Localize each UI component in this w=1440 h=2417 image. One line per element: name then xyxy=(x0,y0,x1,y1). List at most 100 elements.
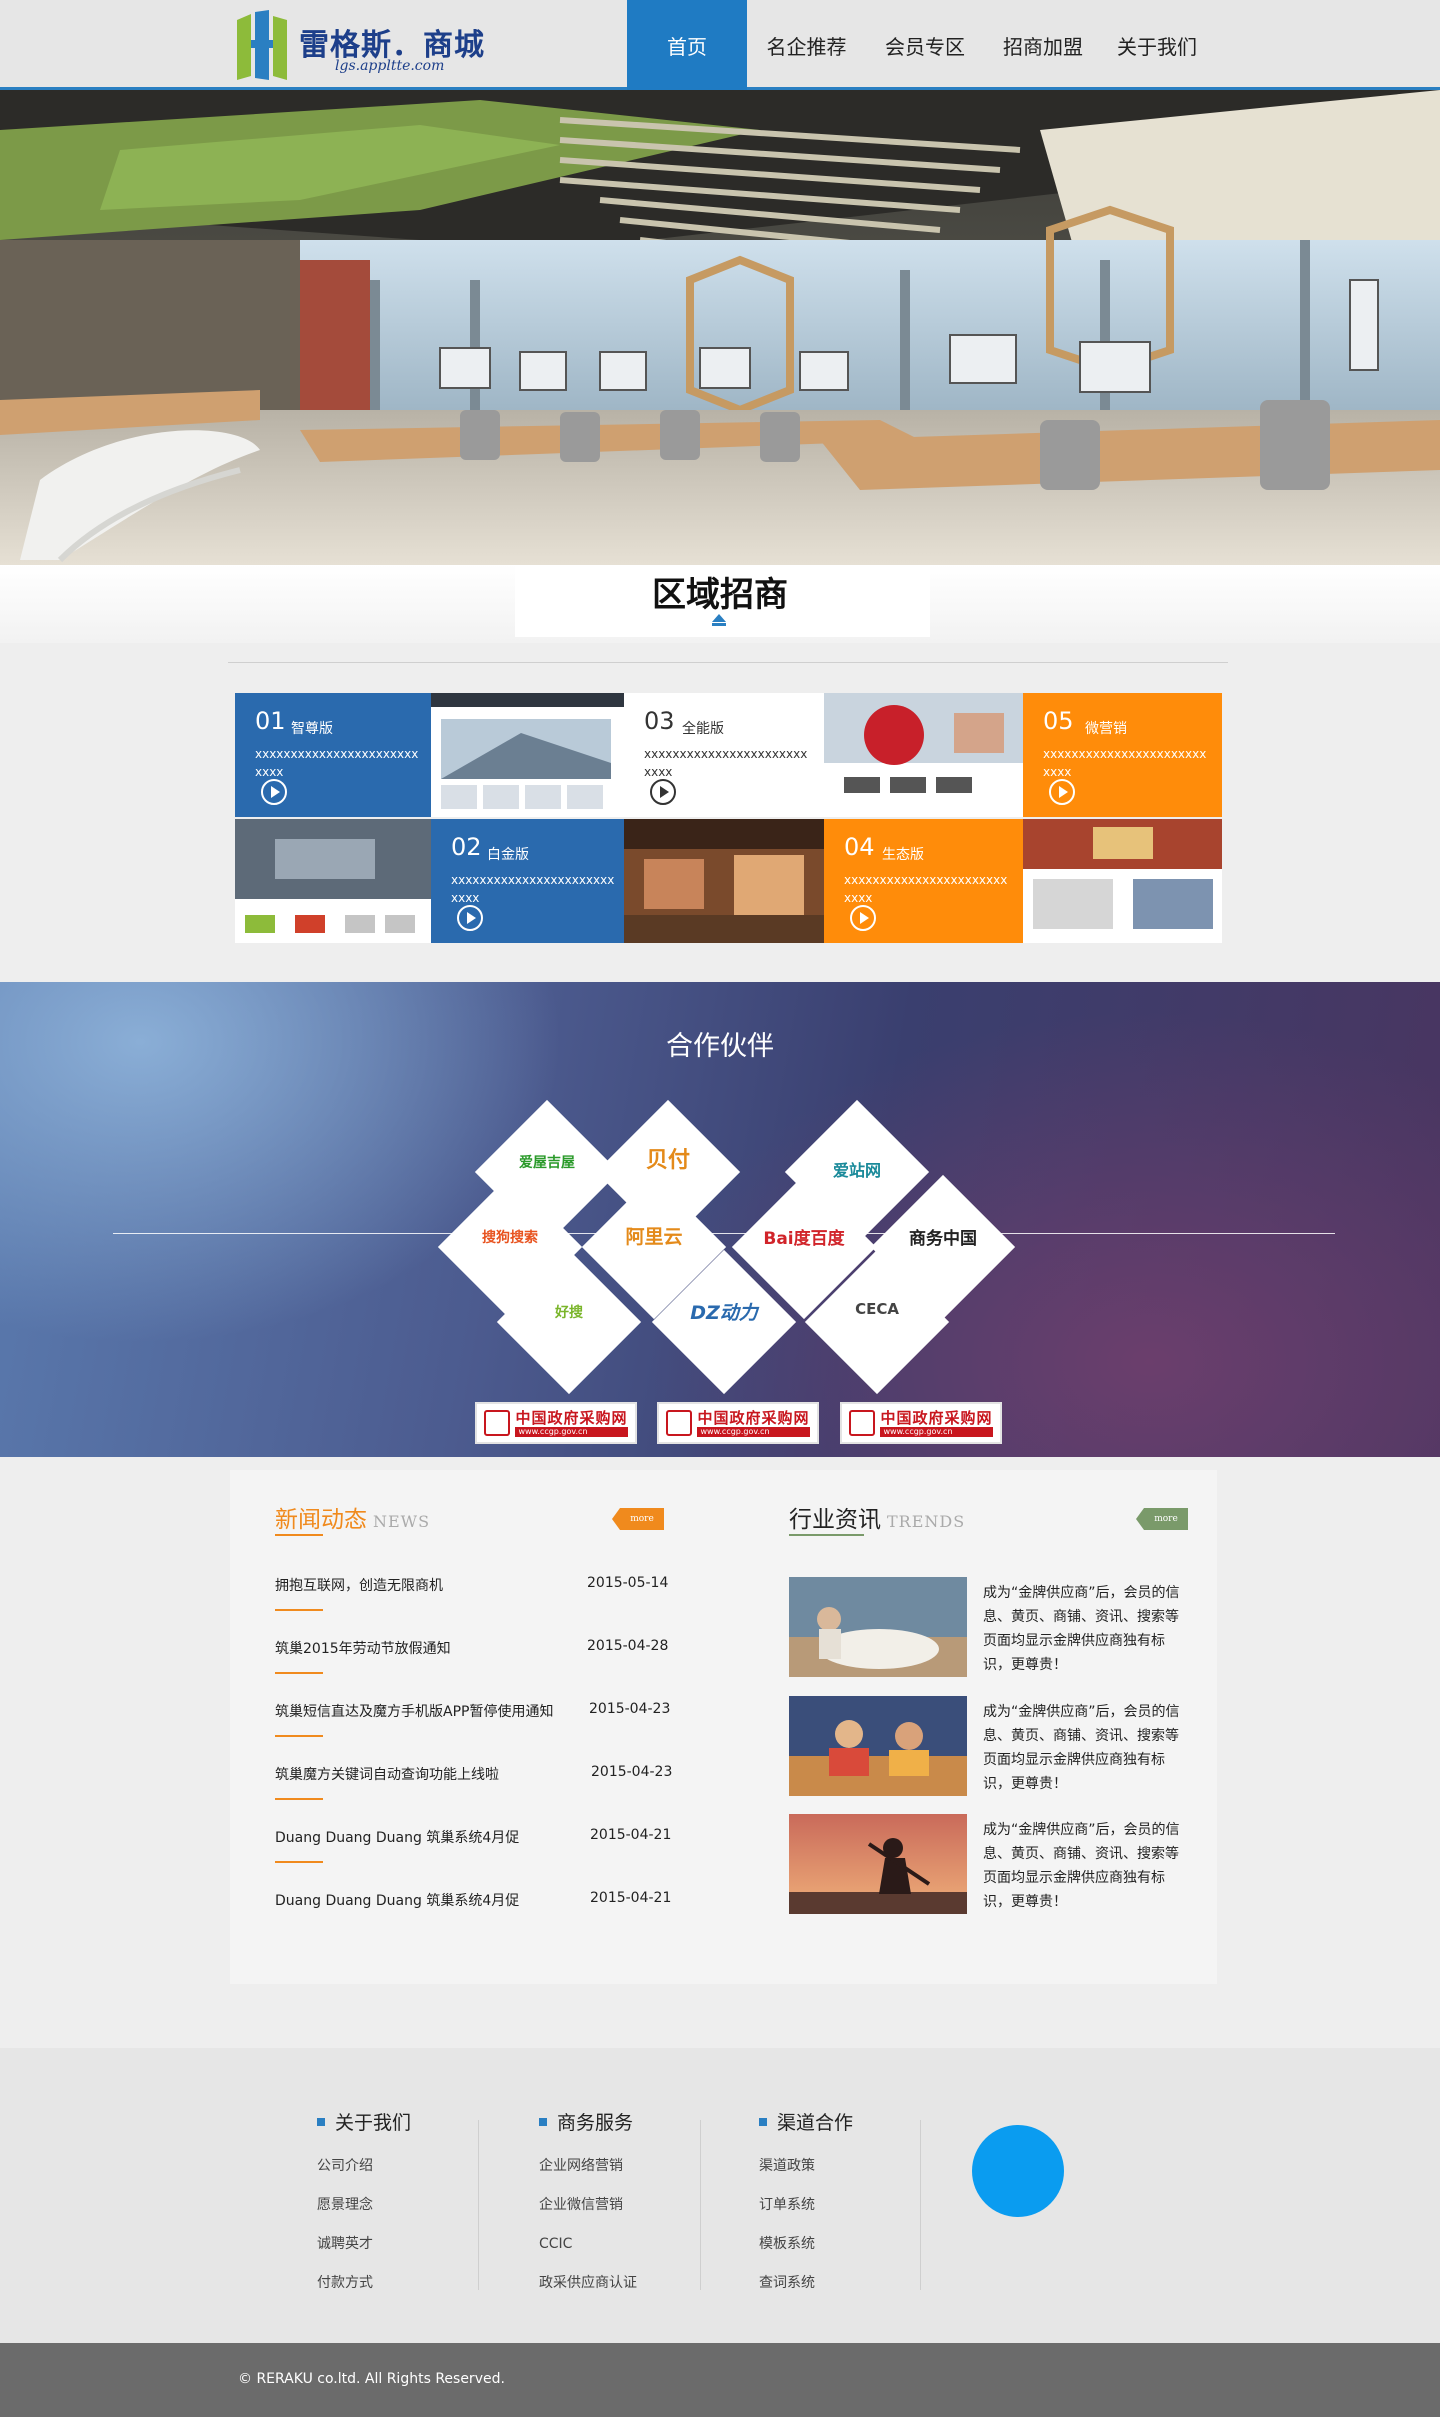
footer-col-channel: 渠道合作 渠道政策 订单系统 模板系统 查词系统 xyxy=(759,2108,959,2303)
edition-tile-01[interactable]: 01 智尊版 xxxxxxxxxxxxxxxxxxxxxxxxxxx xyxy=(235,693,431,817)
tile-edition: 微营销 xyxy=(1085,721,1127,737)
news-item[interactable]: 拥抱互联网，创造无限商机 2015-05-14 xyxy=(275,1575,675,1638)
play-icon[interactable] xyxy=(650,779,676,805)
news-panel: 新闻动态 NEWS more 拥抱互联网，创造无限商机 2015-05-14 筑巢2… xyxy=(230,1470,1217,1984)
partner-logo: 阿里云 xyxy=(625,1226,683,1248)
gov-procurement-link[interactable]: 中国政府采购网 www.ccgp.gov.cn xyxy=(475,1402,637,1444)
footer-link[interactable]: 订单系统 xyxy=(759,2186,959,2225)
gov-label: 中国政府采购网 xyxy=(697,1409,810,1427)
news-item-title[interactable]: Duang Duang Duang 筑巢系统4月促 xyxy=(275,1827,519,1847)
news-item-title[interactable]: Duang Duang Duang 筑巢系统4月促 xyxy=(275,1890,519,1910)
tile-edition: 白金版 xyxy=(487,847,529,863)
footer-heading: 关于我们 xyxy=(317,2108,517,2135)
play-icon[interactable] xyxy=(1049,779,1075,805)
trend-thumbnail[interactable] xyxy=(789,1577,967,1677)
footer-link[interactable]: 愿景理念 xyxy=(317,2186,517,2225)
tile-edition: 智尊版 xyxy=(291,721,333,737)
screenshot-thumb xyxy=(235,819,431,943)
news-item-date: 2015-04-21 xyxy=(590,1827,672,1843)
footer-link[interactable]: 查词系统 xyxy=(759,2264,959,2303)
edition-tile-02[interactable]: 02 白金版 xxxxxxxxxxxxxxxxxxxxxxxxxxx xyxy=(431,819,624,943)
footer-link[interactable]: 模板系统 xyxy=(759,2225,959,2264)
footer-link[interactable]: 企业网络营销 xyxy=(539,2147,739,2186)
copyright-bar: © RERAKU co.ltd. All Rights Reserved. xyxy=(0,2343,1440,2417)
edition-tile-03[interactable]: 03 全能版 xxxxxxxxxxxxxxxxxxxxxxxxxxx xyxy=(624,693,824,817)
tile-desc: xxxxxxxxxxxxxxxxxxxxxxxxxxx xyxy=(644,747,808,779)
footer-col-about: 关于我们 公司介绍 愿景理念 诚聘英才 付款方式 xyxy=(317,2108,517,2303)
nav-members[interactable]: 会员专区 xyxy=(866,0,984,90)
website-thumb-image xyxy=(824,693,1023,793)
news-item-title[interactable]: 筑巢魔方关键词自动查询功能上线啦 xyxy=(275,1764,499,1784)
trends-more-button[interactable]: more xyxy=(1136,1508,1188,1530)
trends-heading: 行业资讯 TRENDS xyxy=(789,1500,965,1534)
news-item-title[interactable]: 筑巢2015年劳动节放假通知 xyxy=(275,1638,451,1658)
gov-procurement-link[interactable]: 中国政府采购网 www.ccgp.gov.cn xyxy=(657,1402,819,1444)
divider xyxy=(228,662,1228,663)
trend-item[interactable]: 成为“金牌供应商”后，会员的信息、黄页、商铺、资讯、搜索等页面均显示金牌供应商独… xyxy=(789,1696,1189,1796)
partner-logo: CECA xyxy=(855,1300,899,1318)
news-item-title[interactable]: 拥抱互联网，创造无限商机 xyxy=(275,1575,443,1595)
news-more-label: more xyxy=(630,1514,654,1524)
play-icon[interactable] xyxy=(850,905,876,931)
title-underline xyxy=(712,623,726,626)
screenshot-thumb xyxy=(824,693,1023,817)
website-thumb-image xyxy=(1023,819,1222,929)
trend-item[interactable]: 成为“金牌供应商”后，会员的信息、黄页、商铺、资讯、搜索等页面均显示金牌供应商独… xyxy=(789,1814,1189,1914)
tile-desc: xxxxxxxxxxxxxxxxxxxxxxxxxxx xyxy=(1043,747,1207,779)
dining-photo xyxy=(789,1696,967,1796)
trend-text: 成为“金牌供应商”后，会员的信息、黄页、商铺、资讯、搜索等页面均显示金牌供应商独… xyxy=(983,1822,1180,1910)
news-item-divider xyxy=(275,1798,323,1800)
edition-tile-05[interactable]: 05 微营销 xxxxxxxxxxxxxxxxxxxxxxxxxxx xyxy=(1023,693,1222,817)
news-item[interactable]: Duang Duang Duang 筑巢系统4月促 2015-04-21 xyxy=(275,1890,675,1953)
trend-thumbnail[interactable] xyxy=(789,1814,967,1914)
play-icon[interactable] xyxy=(261,779,287,805)
footer-link[interactable]: 诚聘英才 xyxy=(317,2225,517,2264)
news-heading-underline xyxy=(275,1534,323,1536)
site-footer: 关于我们 公司介绍 愿景理念 诚聘英才 付款方式 商务服务 企业网络营销 企业微… xyxy=(0,2048,1440,2343)
contact-circle-button[interactable] xyxy=(972,2125,1064,2217)
news-heading: 新闻动态 NEWS xyxy=(275,1500,430,1534)
partners-title: 合作伙伴 xyxy=(666,1031,774,1062)
screenshot-thumb xyxy=(624,819,824,943)
edition-tile-04[interactable]: 04 生态版 xxxxxxxxxxxxxxxxxxxxxxxxxxx xyxy=(824,819,1023,943)
tile-edition: 生态版 xyxy=(882,847,924,863)
footer-link[interactable]: 付款方式 xyxy=(317,2264,517,2303)
trend-text: 成为“金牌供应商”后，会员的信息、黄页、商铺、资讯、搜索等页面均显示金牌供应商独… xyxy=(983,1704,1180,1792)
trends-more-label: more xyxy=(1154,1514,1178,1524)
gov-label: 中国政府采购网 xyxy=(880,1409,993,1427)
nav-home[interactable]: 首页 xyxy=(627,0,747,90)
gov-url: www.ccgp.gov.cn xyxy=(697,1427,810,1437)
footer-link[interactable]: CCIC xyxy=(539,2225,739,2264)
page: 雷格斯．商城 lgs.appltte.com 首页 名企推荐 会员专区 招商加盟… xyxy=(0,0,1440,2417)
trends-heading-underline xyxy=(789,1534,864,1536)
tile-number: 04 xyxy=(844,833,875,861)
footer-link[interactable]: 公司介绍 xyxy=(317,2147,517,2186)
nav-recommended[interactable]: 名企推荐 xyxy=(747,0,866,90)
logo[interactable]: 雷格斯．商城 lgs.appltte.com xyxy=(235,8,495,82)
seal-icon xyxy=(849,1410,876,1436)
site-header: 雷格斯．商城 lgs.appltte.com 首页 名企推荐 会员专区 招商加盟… xyxy=(0,0,1440,90)
office-photo xyxy=(0,90,1440,565)
news-item[interactable]: 筑巢魔方关键词自动查询功能上线啦 2015-04-23 xyxy=(275,1764,675,1827)
news-item[interactable]: Duang Duang Duang 筑巢系统4月促 2015-04-21 xyxy=(275,1827,675,1890)
news-item[interactable]: 筑巢2015年劳动节放假通知 2015-04-28 xyxy=(275,1638,675,1701)
news-item[interactable]: 筑巢短信直达及魔方手机版APP暂停使用通知 2015-04-23 xyxy=(275,1701,675,1764)
trend-item[interactable]: 成为“金牌供应商”后，会员的信息、黄页、商铺、资讯、搜索等页面均显示金牌供应商独… xyxy=(789,1577,1189,1677)
logo-url: lgs.appltte.com xyxy=(335,58,445,74)
edition-grid: 01 智尊版 xxxxxxxxxxxxxxxxxxxxxxxxxxx 03 全能… xyxy=(235,693,1222,943)
gov-procurement-link[interactable]: 中国政府采购网 www.ccgp.gov.cn xyxy=(840,1402,1002,1444)
website-thumb-image xyxy=(235,819,431,933)
footer-link[interactable]: 政采供应商认证 xyxy=(539,2264,739,2303)
gov-url: www.ccgp.gov.cn xyxy=(515,1427,628,1437)
news-more-button[interactable]: more xyxy=(612,1508,664,1530)
tile-desc: xxxxxxxxxxxxxxxxxxxxxxxxxxx xyxy=(844,873,1008,905)
nav-franchise[interactable]: 招商加盟 xyxy=(984,0,1102,90)
news-item-title[interactable]: 筑巢短信直达及魔方手机版APP暂停使用通知 xyxy=(275,1701,553,1721)
footer-divider xyxy=(920,2120,921,2290)
play-icon[interactable] xyxy=(457,905,483,931)
nav-about[interactable]: 关于我们 xyxy=(1102,0,1212,90)
footer-link[interactable]: 渠道政策 xyxy=(759,2147,959,2186)
footer-heading: 商务服务 xyxy=(539,2108,739,2135)
footer-link[interactable]: 企业微信营销 xyxy=(539,2186,739,2225)
trend-thumbnail[interactable] xyxy=(789,1696,967,1796)
